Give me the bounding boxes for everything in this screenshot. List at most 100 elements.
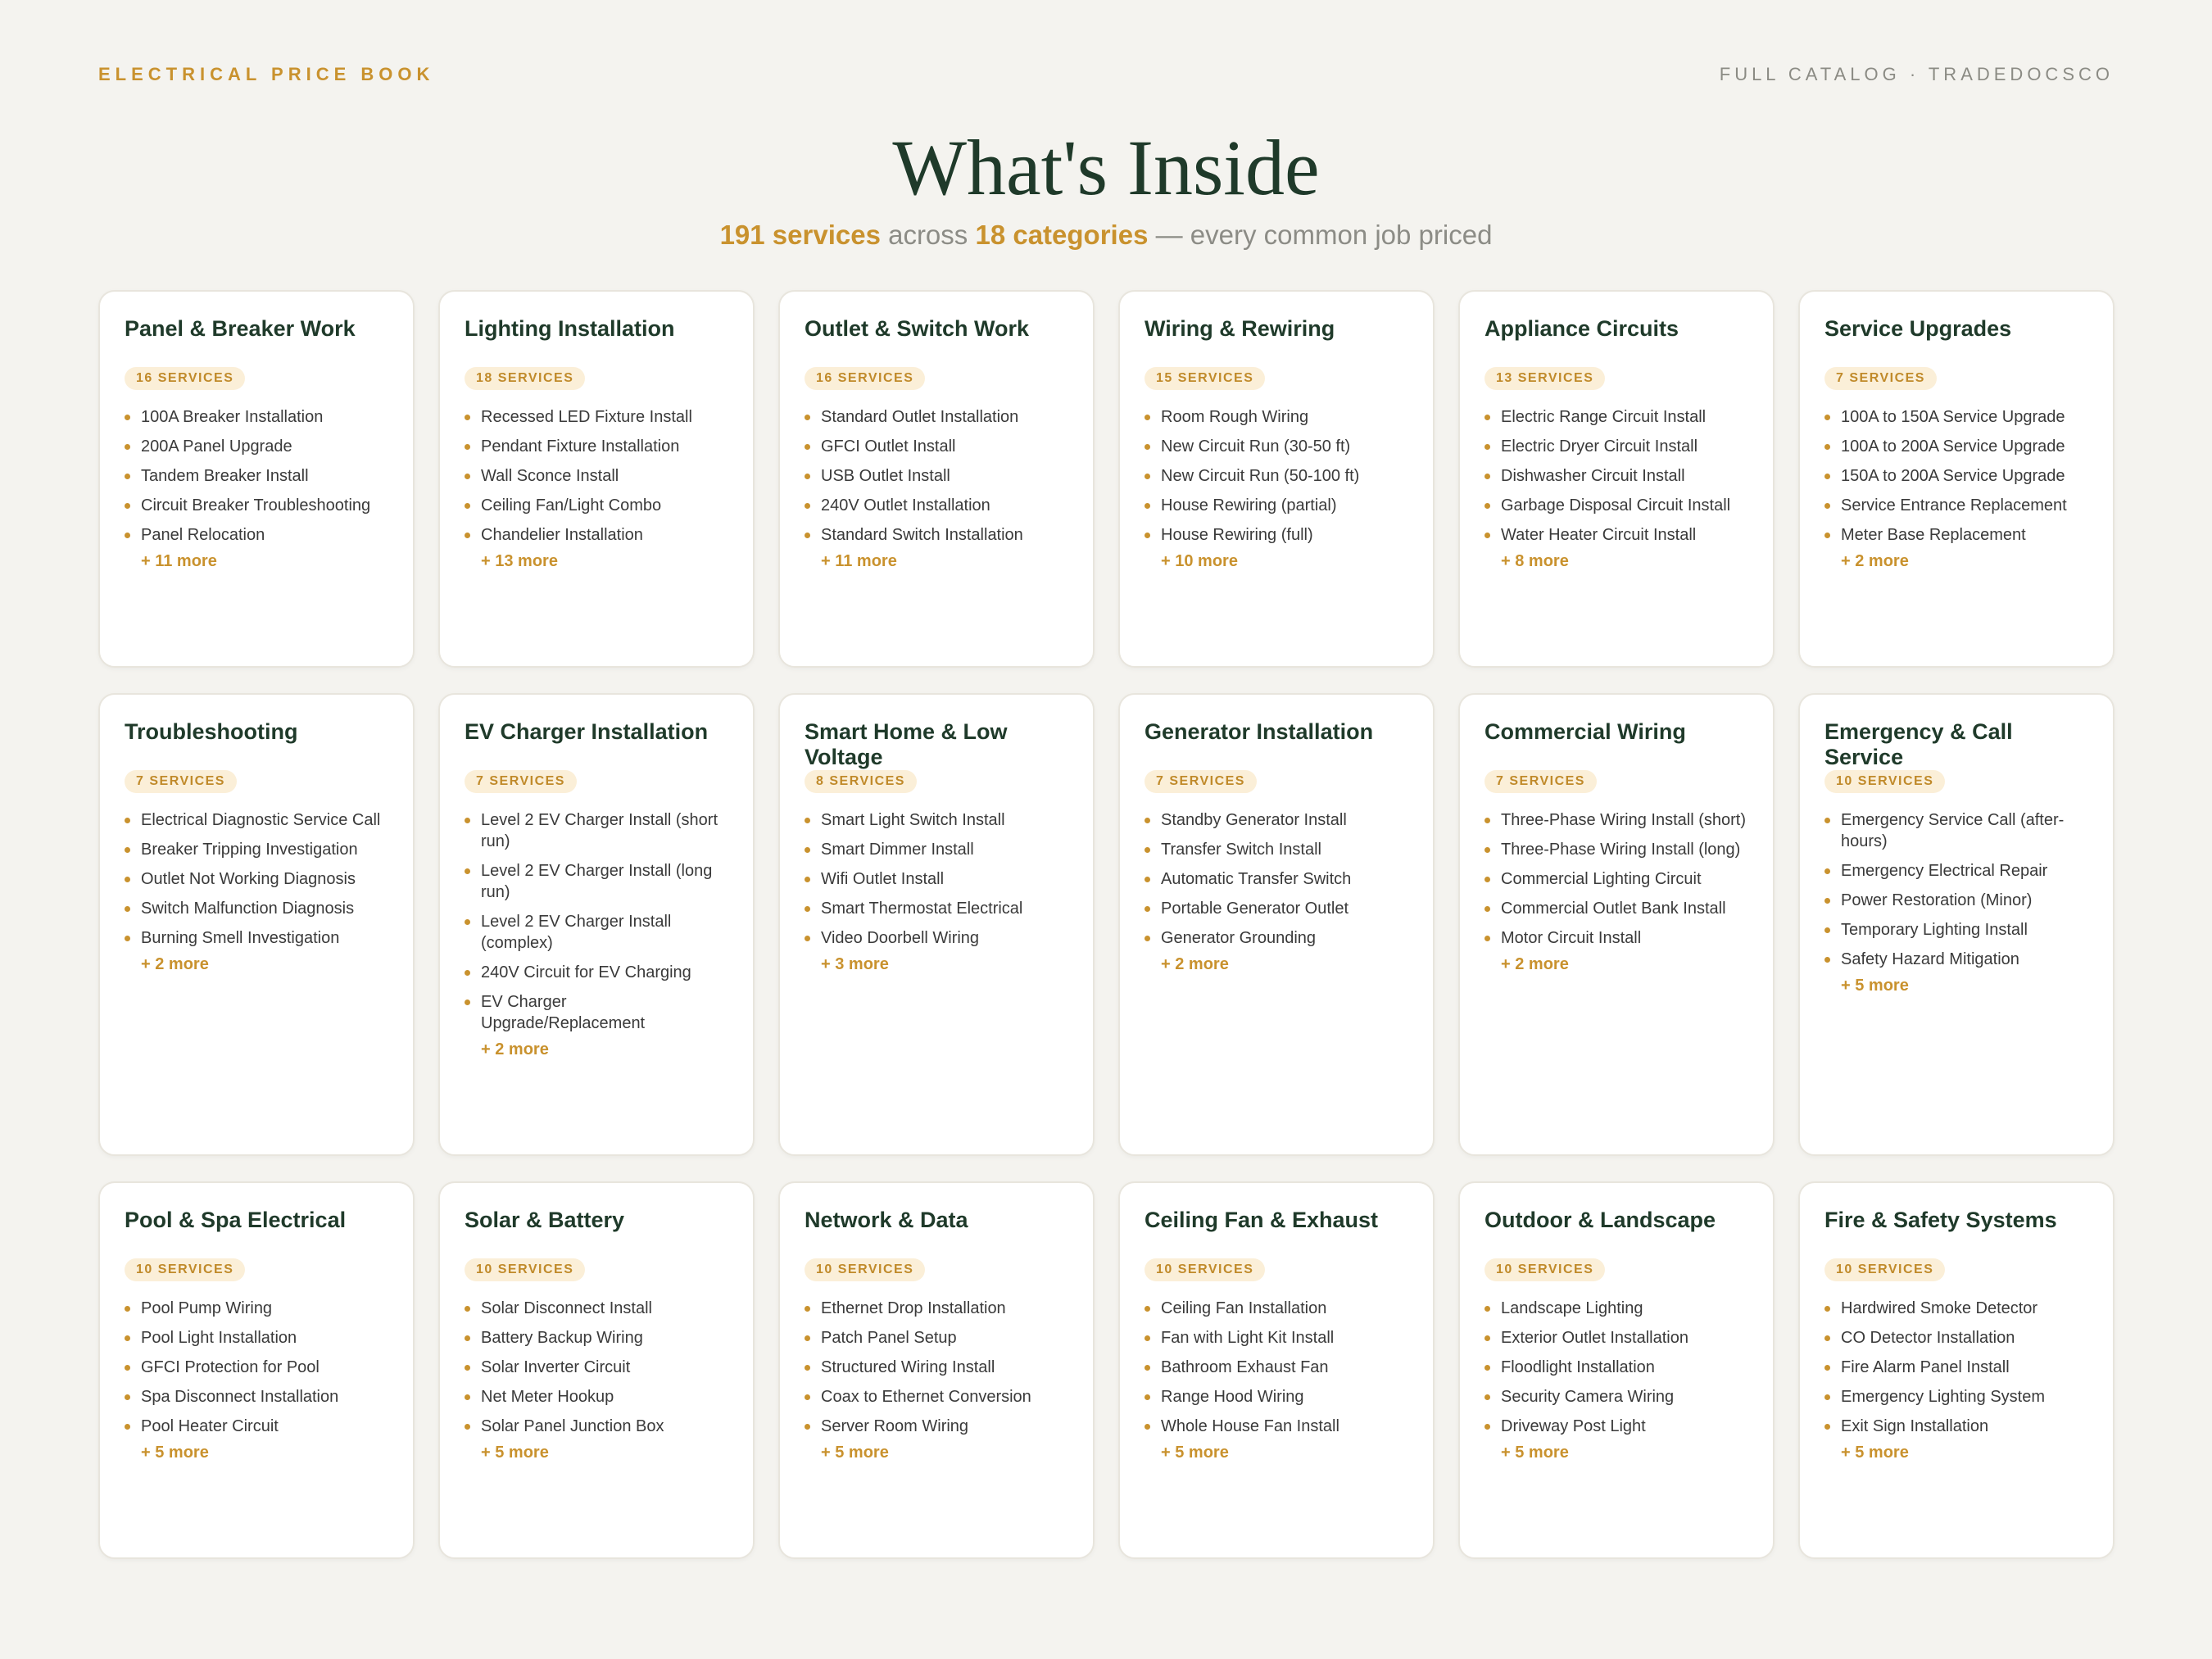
category-card: Lighting Installation 18 SERVICES Recessed… xyxy=(438,290,755,668)
service-item: Fire Alarm Panel Install xyxy=(1824,1357,2088,1378)
more-services-link: + 5 more xyxy=(1501,1444,1569,1462)
category-title: Ceiling Fan & Exhaust xyxy=(1145,1208,1379,1232)
service-item: New Circuit Run (30-50 ft) xyxy=(1145,436,1408,457)
service-item: Burning Smell Investigation xyxy=(125,927,388,949)
category-title: Network & Data xyxy=(805,1208,968,1232)
service-item: GFCI Outlet Install xyxy=(805,436,1068,457)
service-count-badge: 10 SERVICES xyxy=(805,1258,926,1281)
service-count-badge: 10 SERVICES xyxy=(1145,1258,1266,1281)
service-list: Pool Pump Wiring Pool Light Installation G… xyxy=(125,1298,388,1437)
service-item: Exterior Outlet Installation xyxy=(1484,1327,1748,1349)
more-services-link: + 3 more xyxy=(821,955,889,973)
service-list: Room Rough Wiring New Circuit Run (30-50 … xyxy=(1145,406,1408,546)
service-list: Emergency Service Call (after-hours) Emer… xyxy=(1824,809,2088,970)
service-item: Generator Grounding xyxy=(1145,927,1408,949)
service-item: Transfer Switch Install xyxy=(1145,839,1408,860)
category-card: Generator Installation 7 SERVICES Standby … xyxy=(1118,693,1435,1156)
service-item: Ceiling Fan/Light Combo xyxy=(465,495,728,516)
category-title: Commercial Wiring xyxy=(1484,719,1686,744)
service-item: Motor Circuit Install xyxy=(1484,927,1748,949)
service-list: Recessed LED Fixture Install Pendant Fixt… xyxy=(465,406,728,546)
more-services-link: + 2 more xyxy=(1501,955,1569,973)
service-item: USB Outlet Install xyxy=(805,465,1068,487)
more-services-link: + 2 more xyxy=(481,1040,549,1058)
service-item: Pool Heater Circuit xyxy=(125,1416,388,1437)
service-item: Three-Phase Wiring Install (short) xyxy=(1484,809,1748,831)
service-count-badge: 10 SERVICES xyxy=(125,1258,246,1281)
category-grid: Panel & Breaker Work 16 SERVICES 100A Brea… xyxy=(98,290,2115,1559)
service-count-badge: 10 SERVICES xyxy=(1484,1258,1606,1281)
service-item: Pendant Fixture Installation xyxy=(465,436,728,457)
service-item: Service Entrance Replacement xyxy=(1824,495,2088,516)
service-item: Room Rough Wiring xyxy=(1145,406,1408,428)
category-card: Service Upgrades 7 SERVICES 100A to 150A S… xyxy=(1798,290,2115,668)
service-list: Ceiling Fan Installation Fan with Light K… xyxy=(1145,1298,1408,1437)
service-item: Smart Dimmer Install xyxy=(805,839,1068,860)
service-item: 150A to 200A Service Upgrade xyxy=(1824,465,2088,487)
category-title: Lighting Installation xyxy=(465,316,675,341)
service-item: Landscape Lighting xyxy=(1484,1298,1748,1319)
category-card: Troubleshooting 7 SERVICES Electrical Diag… xyxy=(98,693,415,1156)
more-services-link: + 5 more xyxy=(1161,1444,1229,1462)
service-item: 240V Outlet Installation xyxy=(805,495,1068,516)
service-item: Battery Backup Wiring xyxy=(465,1327,728,1349)
service-count-badge: 7 SERVICES xyxy=(1824,367,1937,390)
category-card: Outdoor & Landscape 10 SERVICES Landscape … xyxy=(1458,1181,1775,1559)
service-item: Level 2 EV Charger Install (short run) xyxy=(465,809,728,852)
service-item: 100A Breaker Installation xyxy=(125,406,388,428)
service-item: 200A Panel Upgrade xyxy=(125,436,388,457)
more-services-link: + 5 more xyxy=(481,1444,549,1462)
service-item: Range Hood Wiring xyxy=(1145,1386,1408,1407)
service-count-badge: 7 SERVICES xyxy=(1484,770,1597,793)
category-card: Pool & Spa Electrical 10 SERVICES Pool Pum… xyxy=(98,1181,415,1559)
category-title: Pool & Spa Electrical xyxy=(125,1208,347,1232)
service-count-badge: 7 SERVICES xyxy=(1145,770,1257,793)
service-list: Standard Outlet Installation GFCI Outlet … xyxy=(805,406,1068,546)
service-item: Standard Switch Installation xyxy=(805,524,1068,546)
hero: What's Inside 191 services across 18 cat… xyxy=(0,123,2212,251)
service-item: Bathroom Exhaust Fan xyxy=(1145,1357,1408,1378)
category-title: Troubleshooting xyxy=(125,719,298,744)
more-services-link: + 2 more xyxy=(141,955,209,973)
more-services-link: + 11 more xyxy=(821,552,897,570)
service-item: Ceiling Fan Installation xyxy=(1145,1298,1408,1319)
service-list: Landscape Lighting Exterior Outlet Instal… xyxy=(1484,1298,1748,1437)
service-item: Switch Malfunction Diagnosis xyxy=(125,898,388,919)
service-list: Level 2 EV Charger Install (short run) Le… xyxy=(465,809,728,1034)
service-list: Standby Generator Install Transfer Switch… xyxy=(1145,809,1408,949)
catalog-label: FULL CATALOG · TRADEDOCSCO xyxy=(1719,64,2114,84)
service-item: Three-Phase Wiring Install (long) xyxy=(1484,839,1748,860)
service-item: Fan with Light Kit Install xyxy=(1145,1327,1408,1349)
category-card: Fire & Safety Systems 10 SERVICES Hardwire… xyxy=(1798,1181,2115,1559)
service-item: Hardwired Smoke Detector xyxy=(1824,1298,2088,1319)
category-card: Wiring & Rewiring 15 SERVICES Room Rough W… xyxy=(1118,290,1435,668)
service-item: Standby Generator Install xyxy=(1145,809,1408,831)
service-item: EV Charger Upgrade/Replacement xyxy=(465,991,728,1034)
more-services-link: + 5 more xyxy=(821,1444,889,1462)
service-item: Breaker Tripping Investigation xyxy=(125,839,388,860)
category-card: Ceiling Fan & Exhaust 10 SERVICES Ceiling … xyxy=(1118,1181,1435,1559)
more-services-link: + 5 more xyxy=(141,1444,209,1462)
top-bar: ELECTRICAL PRICE BOOK FULL CATALOG · TRA… xyxy=(98,64,2114,85)
service-item: Commercial Lighting Circuit xyxy=(1484,868,1748,890)
category-title: Service Upgrades xyxy=(1824,316,2012,341)
service-item: Standard Outlet Installation xyxy=(805,406,1068,428)
service-item: Pool Light Installation xyxy=(125,1327,388,1349)
service-count-badge: 7 SERVICES xyxy=(465,770,577,793)
service-item: Server Room Wiring xyxy=(805,1416,1068,1437)
service-item: Emergency Electrical Repair xyxy=(1824,860,2088,882)
service-item: GFCI Protection for Pool xyxy=(125,1357,388,1378)
service-list: Smart Light Switch Install Smart Dimmer I… xyxy=(805,809,1068,949)
service-item: Exit Sign Installation xyxy=(1824,1416,2088,1437)
service-item: Structured Wiring Install xyxy=(805,1357,1068,1378)
more-services-link: + 5 more xyxy=(1841,1444,1909,1462)
service-item: Smart Light Switch Install xyxy=(805,809,1068,831)
service-item: Portable Generator Outlet xyxy=(1145,898,1408,919)
service-list: Electrical Diagnostic Service Call Breake… xyxy=(125,809,388,949)
more-services-link: + 13 more xyxy=(481,552,558,570)
category-card: Solar & Battery 10 SERVICES Solar Disconne… xyxy=(438,1181,755,1559)
service-item: Dishwasher Circuit Install xyxy=(1484,465,1748,487)
service-item: Electrical Diagnostic Service Call xyxy=(125,809,388,831)
service-item: House Rewiring (partial) xyxy=(1145,495,1408,516)
service-count-badge: 7 SERVICES xyxy=(125,770,237,793)
